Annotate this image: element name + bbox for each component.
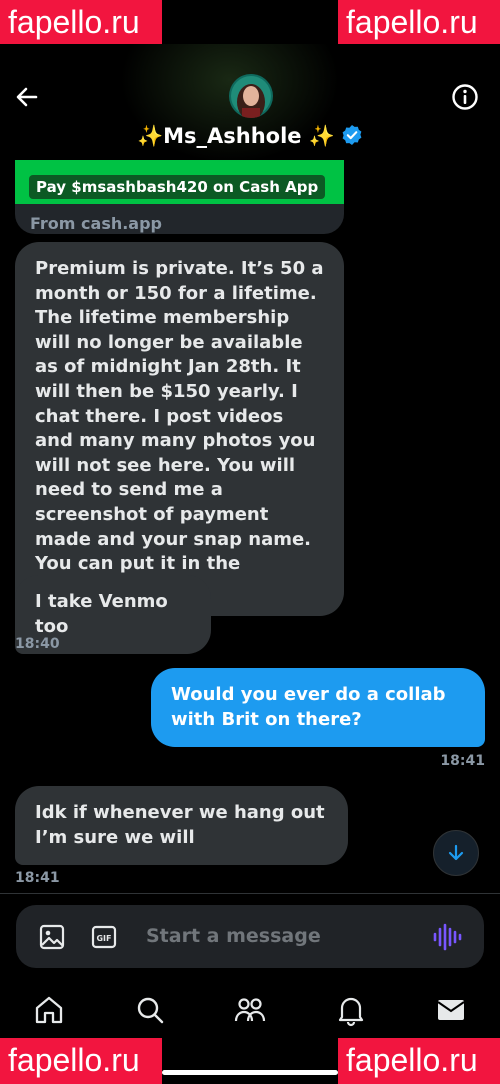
arrow-down-icon <box>448 844 464 861</box>
avatar[interactable] <box>229 74 273 118</box>
message-timestamp: 18:40 <box>15 636 60 652</box>
scroll-to-bottom-button[interactable] <box>433 830 479 876</box>
image-icon <box>39 924 65 950</box>
bottom-navigation <box>0 985 500 1035</box>
back-button[interactable] <box>12 82 42 112</box>
voice-message-button[interactable] <box>432 923 462 951</box>
search-icon <box>137 997 164 1024</box>
message-bubble-received[interactable]: Idk if whenever we hang out I’m sure we … <box>15 786 348 866</box>
notifications-icon <box>338 997 364 1027</box>
link-source: From cash.app <box>30 214 163 233</box>
message-bubble-received[interactable]: Premium is private. It’s 50 a month or 1… <box>15 242 344 617</box>
pay-button[interactable]: Pay $msashbash420 on Cash App <box>29 175 326 199</box>
watermark-top-left: fapello.ru <box>0 0 162 44</box>
arrow-left-icon <box>16 87 38 107</box>
tab-home[interactable] <box>32 993 66 1027</box>
home-icon <box>35 996 63 1024</box>
tab-notifications[interactable] <box>334 993 368 1027</box>
add-gif-button[interactable]: GIF <box>90 923 118 951</box>
verified-badge-icon <box>342 125 362 145</box>
info-icon <box>452 84 478 110</box>
add-image-button[interactable] <box>38 923 66 951</box>
watermark-bottom-right: fapello.ru <box>338 1038 500 1084</box>
gif-icon: GIF <box>91 925 117 949</box>
tab-messages[interactable] <box>434 993 468 1027</box>
message-bubble-sent[interactable]: Would you ever do a collab with Brit on … <box>151 668 485 748</box>
conversation-header: ✨Ms_Ashhole ✨ <box>0 44 500 164</box>
message-timestamp: 18:41 <box>440 753 485 769</box>
link-preview-card[interactable]: Pay $msashbash420 on Cash App From cash.… <box>15 160 344 234</box>
home-indicator[interactable] <box>162 1070 338 1075</box>
composer-divider <box>0 893 500 894</box>
watermark-bottom-left: fapello.ru <box>0 1038 162 1084</box>
voice-waveform-icon <box>433 923 462 951</box>
svg-text:GIF: GIF <box>96 934 111 943</box>
tab-communities[interactable] <box>233 993 267 1027</box>
message-composer[interactable]: GIF Start a message <box>16 905 484 968</box>
communities-icon <box>234 998 266 1022</box>
info-button[interactable] <box>450 82 480 112</box>
message-input[interactable]: Start a message <box>146 925 321 947</box>
messages-icon <box>437 1000 465 1020</box>
display-name-row[interactable]: ✨Ms_Ashhole ✨ <box>0 124 500 149</box>
message-list[interactable]: Pay $msashbash420 on Cash App From cash.… <box>0 160 500 892</box>
display-name: ✨Ms_Ashhole ✨ <box>136 124 336 148</box>
watermark-top-right: fapello.ru <box>338 0 500 44</box>
tab-search[interactable] <box>133 993 167 1027</box>
message-timestamp: 18:41 <box>15 870 60 886</box>
avatar-image <box>229 74 273 118</box>
